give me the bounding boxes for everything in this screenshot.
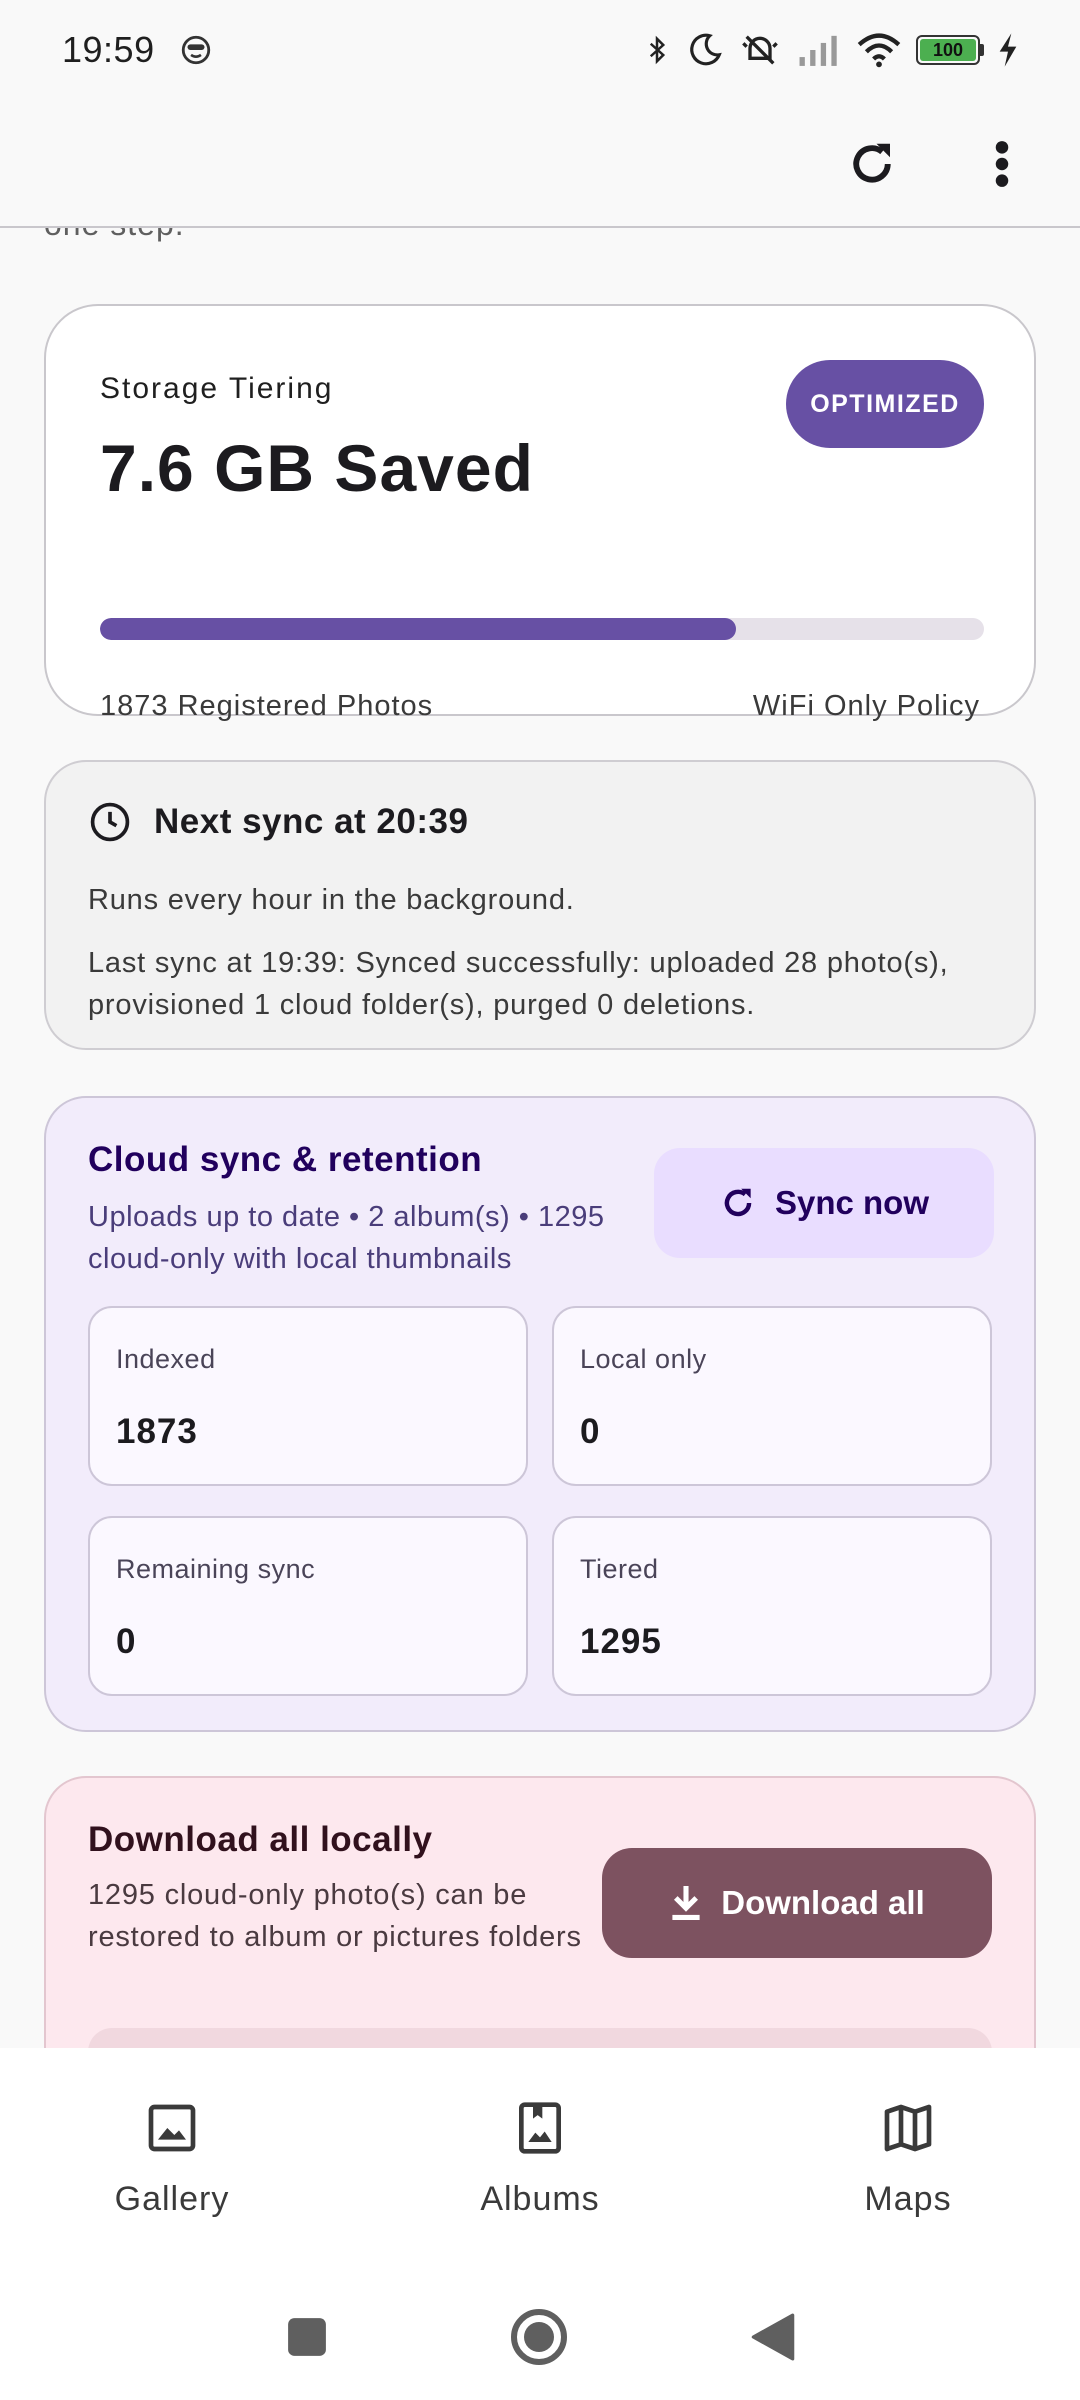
download-all-title: Download all locally	[88, 1820, 433, 1859]
cell-signal-icon	[799, 35, 837, 66]
nav-gallery[interactable]: Gallery	[52, 2100, 292, 2219]
stat-tile-local-only: Local only 0	[552, 1306, 992, 1486]
battery-indicator: 100	[916, 35, 980, 65]
sync-policy-label: WiFi Only Policy	[752, 690, 980, 722]
battery-level: 100	[932, 39, 964, 60]
charging-bolt-icon	[999, 33, 1017, 67]
do-not-disturb-moon-icon	[690, 33, 722, 66]
cloud-sync-subtitle: Uploads up to date • 2 album(s) • 1295 c…	[88, 1201, 605, 1275]
clock-icon	[90, 802, 130, 842]
nav-albums[interactable]: Albums	[420, 2100, 660, 2219]
nav-gallery-label: Gallery	[114, 2180, 230, 2218]
storage-progress-fill	[100, 618, 737, 640]
stat-tile-indexed: Indexed 1873	[88, 1306, 528, 1486]
sync-schedule-text: Runs every hour in the background.	[88, 884, 575, 916]
clipped-description-text: one step.	[44, 228, 185, 243]
back-button[interactable]	[738, 2302, 808, 2372]
bottom-navigation: Gallery Albums Maps	[0, 2048, 1080, 2272]
image-icon	[148, 2104, 196, 2152]
top-app-bar	[0, 100, 1080, 228]
cloud-sync-title: Cloud sync & retention	[88, 1140, 483, 1179]
refresh-icon	[853, 143, 891, 183]
stat-label: Tiered	[580, 1554, 659, 1584]
storage-tiering-card: Storage Tiering 7.6 GB Saved OPTIMIZED 1…	[44, 304, 1036, 722]
next-sync-title: Next sync at 20:39	[154, 802, 469, 841]
optimized-badge: OPTIMIZED	[786, 360, 984, 448]
more-vert-icon	[995, 141, 1009, 187]
album-icon	[519, 2102, 561, 2154]
download-progress-panel	[88, 2028, 992, 2048]
system-navigation-bar	[0, 2272, 1080, 2400]
home-button[interactable]	[504, 2302, 574, 2372]
stat-tile-tiered: Tiered 1295	[552, 1516, 992, 1696]
stat-value: 1295	[580, 1622, 662, 1661]
recents-square-icon	[288, 2318, 326, 2356]
status-bar: 19:59 100	[0, 0, 1080, 100]
storage-tiering-label: Storage Tiering	[100, 372, 334, 405]
stat-label: Remaining sync	[116, 1554, 316, 1584]
download-all-label: Download all	[721, 1884, 925, 1921]
last-sync-text: Last sync at 19:39: Synced successfully:…	[88, 947, 949, 1021]
stat-tile-remaining-sync: Remaining sync 0	[88, 1516, 528, 1696]
wifi-icon	[857, 33, 901, 68]
refresh-button[interactable]	[834, 126, 910, 202]
download-all-button[interactable]: Download all	[602, 1848, 992, 1958]
download-all-subtitle: 1295 cloud-only photo(s) can be restored…	[88, 1879, 582, 1953]
recents-button[interactable]	[272, 2302, 342, 2372]
sync-now-label: Sync now	[774, 1184, 930, 1221]
home-circle-icon	[511, 2309, 567, 2365]
content-scroll[interactable]: one step. Storage Tiering 7.6 GB Saved O…	[0, 228, 1080, 2048]
battery-tip	[980, 44, 984, 56]
status-time: 19:59	[62, 29, 155, 70]
registered-photos-count: 1873 Registered Photos	[100, 690, 434, 722]
download-icon	[672, 1886, 700, 1920]
stat-label: Local only	[580, 1344, 707, 1374]
nav-maps-label: Maps	[864, 2180, 952, 2218]
silent-bell-icon	[742, 35, 778, 65]
nav-albums-label: Albums	[480, 2180, 600, 2218]
smiley-notification-icon	[181, 35, 210, 65]
stat-value: 0	[580, 1412, 601, 1451]
stat-value: 0	[116, 1622, 137, 1661]
storage-progress-track	[100, 618, 984, 640]
stat-value: 1873	[116, 1412, 198, 1451]
back-triangle-icon	[751, 2313, 795, 2361]
cloud-sync-card: Cloud sync & retention Uploads up to dat…	[44, 1096, 1036, 1732]
bluetooth-icon	[649, 35, 666, 65]
sync-now-button[interactable]: Sync now	[654, 1148, 994, 1258]
storage-saved-value: 7.6 GB Saved	[100, 431, 534, 505]
overflow-menu-button[interactable]	[964, 126, 1040, 202]
nav-maps[interactable]: Maps	[788, 2100, 1028, 2219]
refresh-icon	[724, 1188, 752, 1217]
stat-label: Indexed	[116, 1344, 216, 1374]
map-icon	[884, 2104, 932, 2152]
next-sync-card: Next sync at 20:39 Runs every hour in th…	[44, 760, 1036, 1050]
download-all-card: Download all locally 1295 cloud-only pho…	[44, 1776, 1036, 2048]
